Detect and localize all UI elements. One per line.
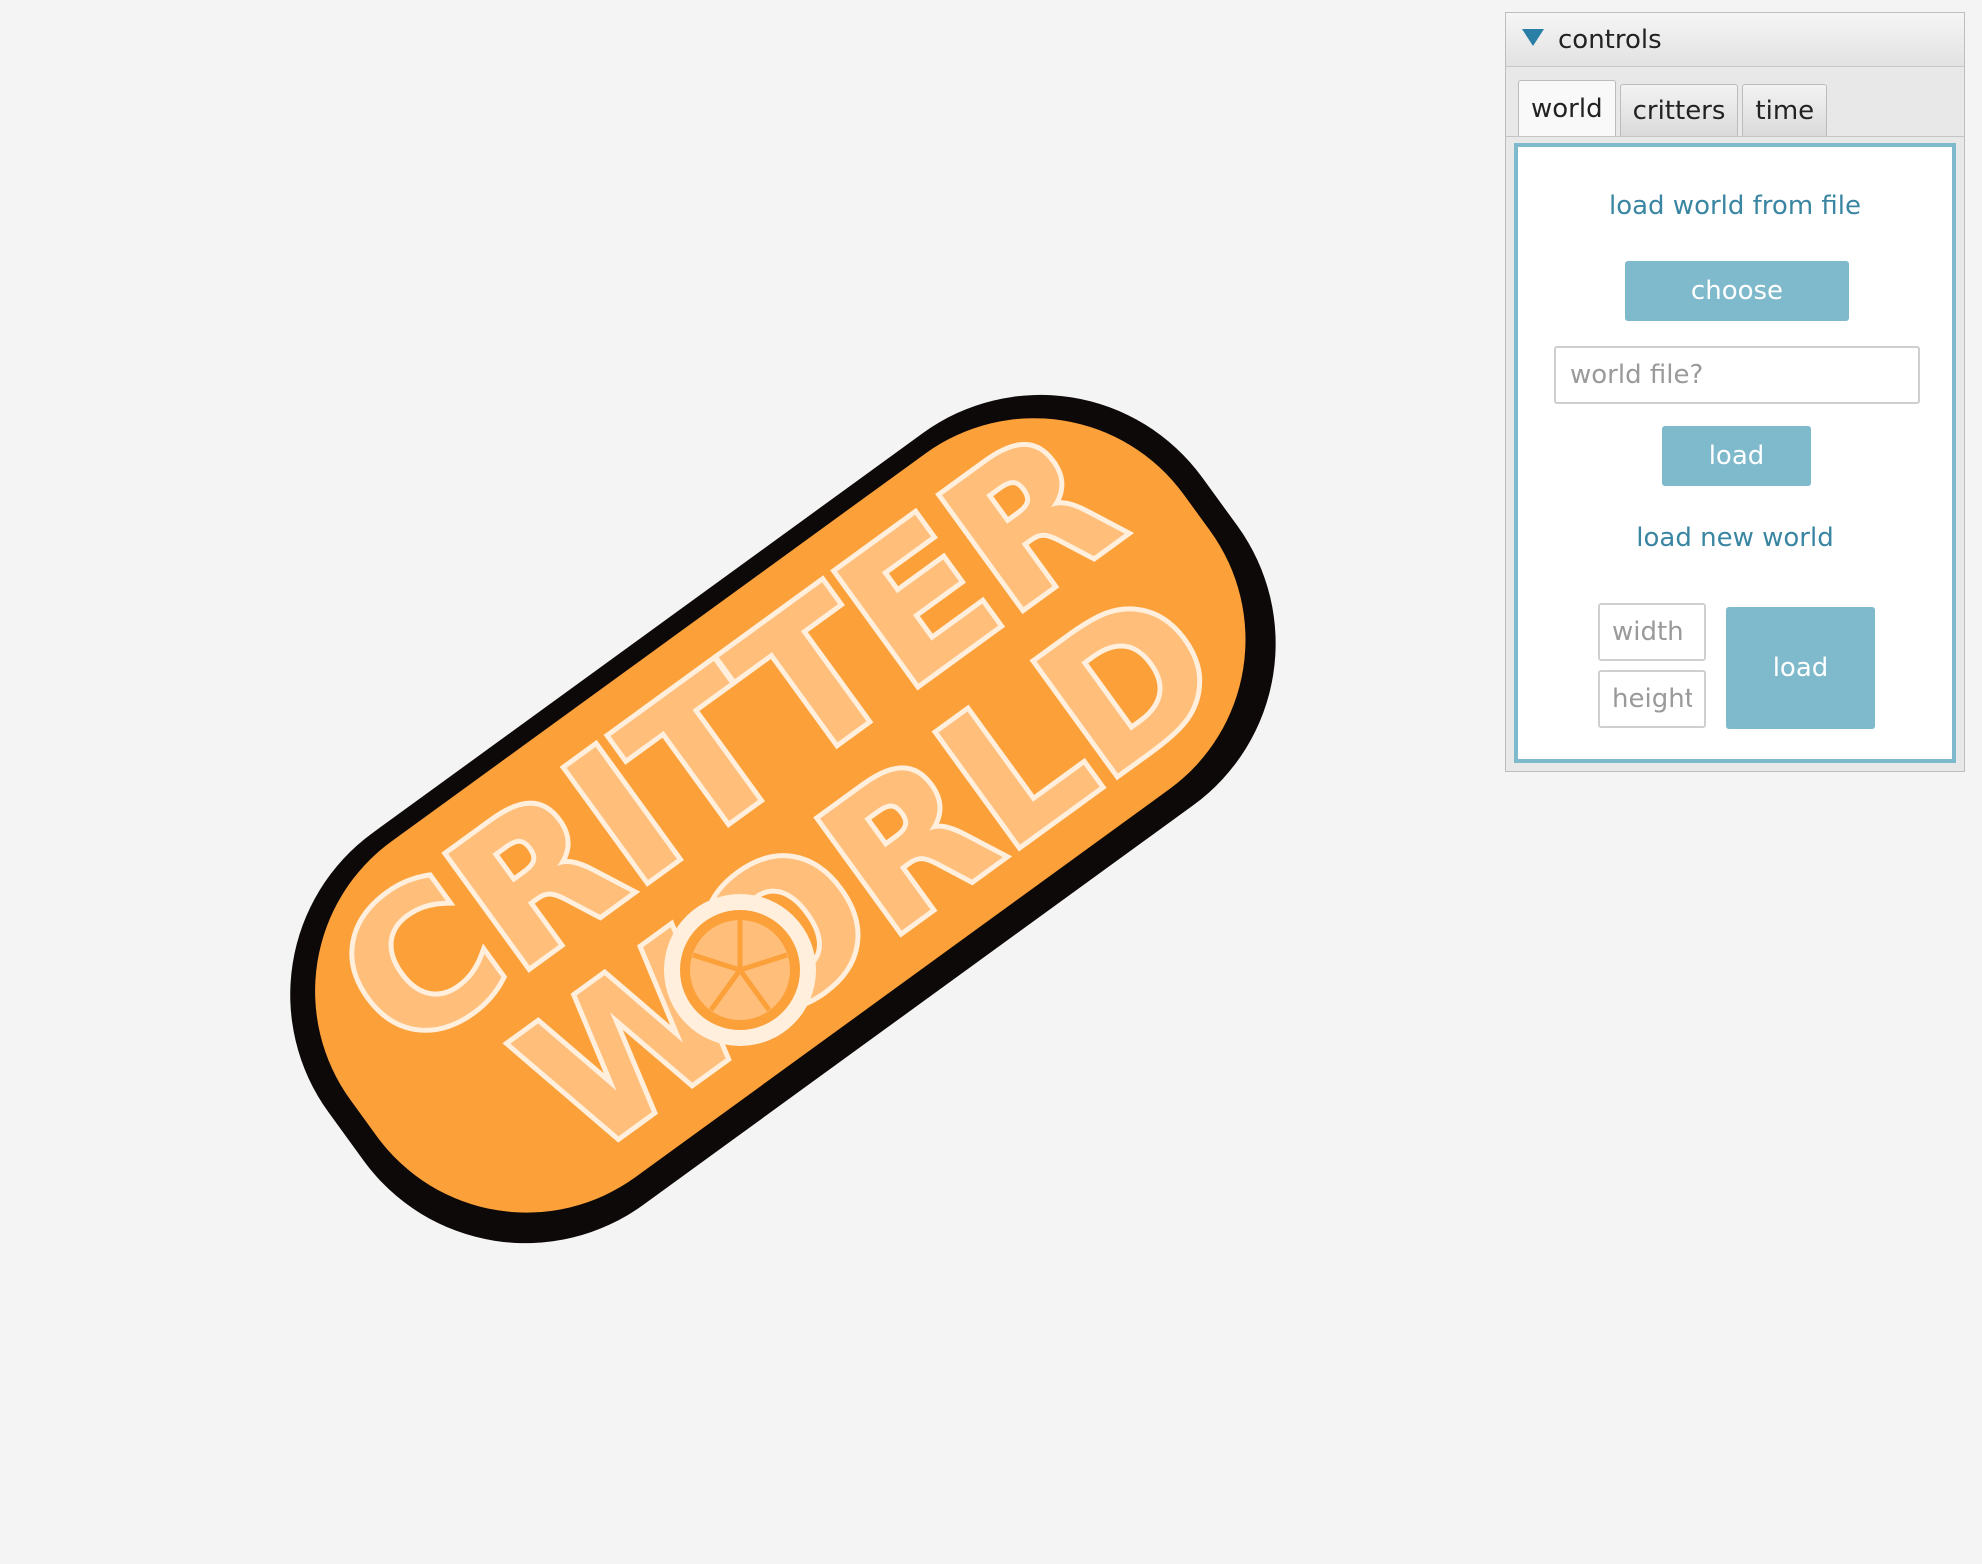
controls-title: controls [1558, 24, 1662, 55]
controls-panel: controls world critters time load world … [1505, 12, 1965, 772]
load-new-world-label: load new world [1636, 523, 1834, 553]
tab-bar: world critters time [1506, 67, 1964, 137]
world-tab-content: load world from file choose load load ne… [1514, 143, 1956, 763]
world-file-input[interactable] [1554, 346, 1920, 404]
tab-world[interactable]: world [1518, 80, 1616, 136]
tab-time[interactable]: time [1742, 84, 1828, 136]
logo-graphic: CRITTER WORLD [290, 384, 1276, 1244]
load-from-file-label: load world from file [1608, 191, 1862, 221]
width-input[interactable] [1598, 603, 1706, 661]
choose-button[interactable]: choose [1625, 261, 1849, 321]
critter-world-logo: CRITTER WORLD [120, 290, 1440, 1340]
orange-slice-icon [664, 894, 816, 1046]
controls-header[interactable]: controls [1506, 13, 1964, 67]
load-new-world-button[interactable]: load [1726, 607, 1875, 729]
load-file-button[interactable]: load [1662, 426, 1811, 486]
tab-critters[interactable]: critters [1619, 84, 1739, 136]
height-input[interactable] [1598, 670, 1706, 728]
app-window: CRITTER WORLD controls world critters ti… [0, 0, 1982, 1564]
collapse-triangle-icon[interactable] [1522, 29, 1544, 46]
